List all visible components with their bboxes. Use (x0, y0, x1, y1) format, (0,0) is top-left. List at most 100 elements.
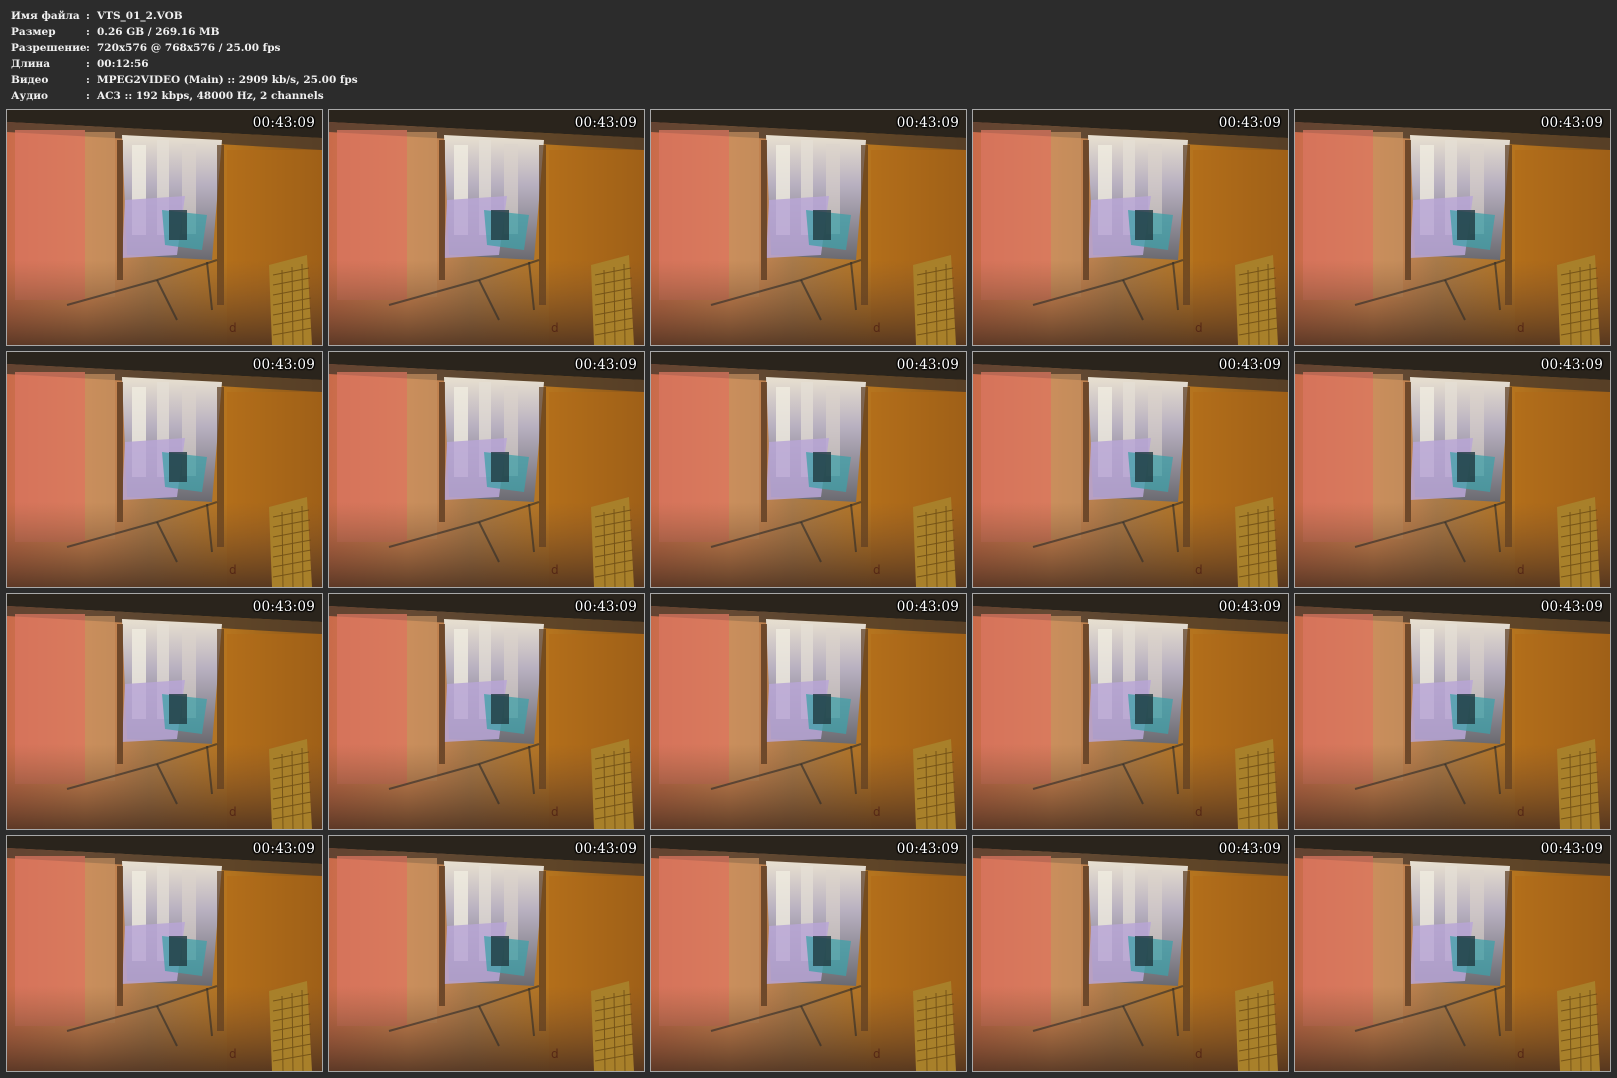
video-thumbnail[interactable]: d 00:43:09 (1294, 835, 1611, 1072)
video-frame-image: d (7, 594, 322, 829)
svg-text:d: d (229, 1047, 237, 1061)
video-frame-image: d (7, 836, 322, 1071)
file-info-row: Длина:00:12:56 (11, 56, 358, 72)
video-thumbnail[interactable]: d 00:43:09 (6, 835, 323, 1072)
svg-text:d: d (1517, 1047, 1525, 1061)
thumbnail-timestamp: 00:43:09 (896, 599, 959, 615)
video-frame-image: d (329, 836, 644, 1071)
svg-text:d: d (1195, 805, 1203, 819)
svg-text:d: d (1195, 321, 1203, 335)
video-thumbnail[interactable]: d 00:43:09 (1294, 109, 1611, 346)
video-thumbnail[interactable]: d 00:43:09 (650, 109, 967, 346)
video-thumbnail[interactable]: d 00:43:09 (1294, 593, 1611, 830)
svg-text:d: d (1195, 1047, 1203, 1061)
svg-text:d: d (1195, 563, 1203, 577)
file-info-label: Разрешение (11, 42, 87, 54)
svg-text:d: d (229, 321, 237, 335)
svg-text:d: d (229, 805, 237, 819)
svg-text:d: d (1517, 805, 1525, 819)
video-thumbnail[interactable]: d 00:43:09 (650, 835, 967, 1072)
file-info-row: Имя файла: VTS_01_2.VOB (11, 8, 358, 24)
thumbnail-timestamp: 00:43:09 (574, 841, 637, 857)
video-thumbnail[interactable]: d 00:43:09 (972, 593, 1289, 830)
video-frame-image: d (1295, 352, 1610, 587)
video-thumbnail[interactable]: d 00:43:09 (972, 109, 1289, 346)
video-frame-image: d (1295, 594, 1610, 829)
video-thumbnail[interactable]: d 00:43:09 (650, 351, 967, 588)
video-frame-image: d (1295, 110, 1610, 345)
file-info-label: Аудио (11, 90, 49, 102)
video-frame-image: d (973, 352, 1288, 587)
video-thumbnail[interactable]: d 00:43:09 (6, 109, 323, 346)
video-thumbnail[interactable]: d 00:43:09 (328, 109, 645, 346)
video-frame-image: d (7, 110, 322, 345)
video-frame-image: d (651, 110, 966, 345)
svg-text:d: d (873, 563, 881, 577)
file-info-label: Длина (11, 58, 51, 70)
svg-text:d: d (551, 321, 559, 335)
video-frame-image: d (1295, 836, 1610, 1071)
thumbnail-timestamp: 00:43:09 (252, 599, 315, 615)
svg-text:d: d (551, 563, 559, 577)
file-info-row: Разрешение:720x576 @ 768x576 / 25.00 fps (11, 40, 358, 56)
file-info-label: Имя файла (11, 10, 80, 22)
thumbnail-grid: d 00:43:09 d 00:43:09 d 00:43:09 d 00:43… (6, 109, 1611, 1072)
file-info-separator: : (86, 74, 90, 86)
video-thumbnail[interactable]: d 00:43:09 (328, 593, 645, 830)
video-frame-image: d (973, 110, 1288, 345)
thumbnail-timestamp: 00:43:09 (896, 357, 959, 373)
video-thumbnail[interactable]: d 00:43:09 (650, 593, 967, 830)
video-thumbnail[interactable]: d 00:43:09 (972, 835, 1289, 1072)
file-info-label: Размер (11, 26, 56, 38)
file-info-separator: : (86, 58, 90, 70)
video-thumbnail[interactable]: d 00:43:09 (328, 835, 645, 1072)
file-info-panel: Имя файла: VTS_01_2.VOB Размер:0.26 GB / 2… (11, 8, 358, 104)
file-info-value: 720x576 @ 768x576 / 25.00 fps (97, 42, 281, 54)
thumbnail-timestamp: 00:43:09 (574, 115, 637, 131)
file-info-separator: : (86, 10, 90, 22)
thumbnail-timestamp: 00:43:09 (1218, 841, 1281, 857)
thumbnail-timestamp: 00:43:09 (574, 357, 637, 373)
file-info-value: 0.26 GB / 269.16 MB (97, 26, 220, 38)
video-frame-image: d (329, 594, 644, 829)
thumbnail-timestamp: 00:43:09 (252, 357, 315, 373)
video-frame-image: d (651, 352, 966, 587)
file-info-separator: : (86, 26, 90, 38)
svg-text:d: d (873, 1047, 881, 1061)
svg-text:d: d (1517, 563, 1525, 577)
file-info-row: Видео: MPEG2VIDEO (Main) :: 2909 kb/s, 25… (11, 72, 358, 88)
video-thumbnail[interactable]: d 00:43:09 (1294, 351, 1611, 588)
file-info-value: MPEG2VIDEO (Main) :: 2909 kb/s, 25.00 fp… (97, 74, 358, 86)
file-info-value: AC3 :: 192 kbps, 48000 Hz, 2 channels (97, 90, 324, 102)
video-frame-image: d (973, 836, 1288, 1071)
thumbnail-timestamp: 00:43:09 (1218, 357, 1281, 373)
file-info-value: 00:12:56 (97, 58, 149, 70)
thumbnail-timestamp: 00:43:09 (1540, 599, 1603, 615)
video-thumbnail[interactable]: d 00:43:09 (972, 351, 1289, 588)
thumbnail-timestamp: 00:43:09 (1218, 115, 1281, 131)
thumbnail-timestamp: 00:43:09 (896, 841, 959, 857)
video-frame-image: d (651, 836, 966, 1071)
svg-text:d: d (229, 563, 237, 577)
thumbnail-timestamp: 00:43:09 (252, 115, 315, 131)
thumbnail-timestamp: 00:43:09 (1540, 357, 1603, 373)
video-thumbnail[interactable]: d 00:43:09 (6, 593, 323, 830)
svg-text:d: d (551, 805, 559, 819)
video-frame-image: d (651, 594, 966, 829)
video-thumbnail[interactable]: d 00:43:09 (328, 351, 645, 588)
file-info-separator: : (86, 90, 90, 102)
svg-text:d: d (1517, 321, 1525, 335)
svg-text:d: d (873, 321, 881, 335)
file-info-row: Размер:0.26 GB / 269.16 MB (11, 24, 358, 40)
thumbnail-timestamp: 00:43:09 (252, 841, 315, 857)
thumbnail-timestamp: 00:43:09 (574, 599, 637, 615)
file-info-value: VTS_01_2.VOB (97, 10, 183, 22)
thumbnail-timestamp: 00:43:09 (1540, 115, 1603, 131)
video-thumbnail[interactable]: d 00:43:09 (6, 351, 323, 588)
thumbnail-timestamp: 00:43:09 (896, 115, 959, 131)
video-frame-image: d (329, 352, 644, 587)
svg-text:d: d (551, 1047, 559, 1061)
video-frame-image: d (7, 352, 322, 587)
thumbnail-timestamp: 00:43:09 (1540, 841, 1603, 857)
video-frame-image: d (973, 594, 1288, 829)
